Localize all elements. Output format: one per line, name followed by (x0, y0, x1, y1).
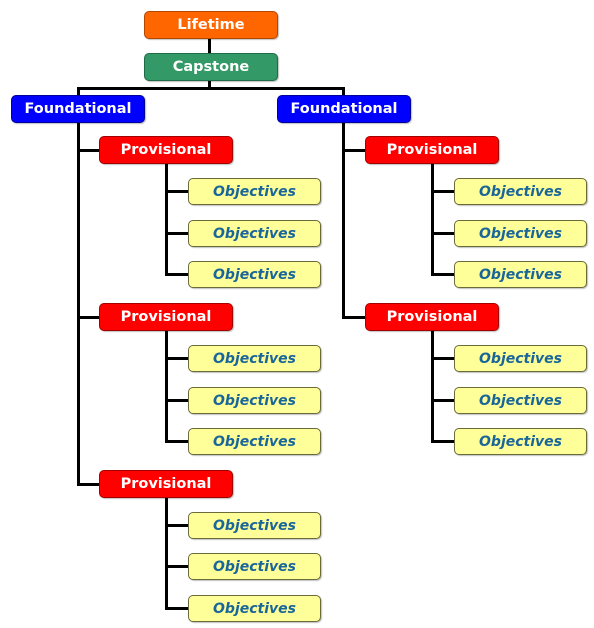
connector-f1-p1-spine (165, 164, 168, 276)
connector-foundational-2-drop (342, 87, 345, 95)
connector-f1-p2 (77, 316, 99, 319)
connector-f1-p2-spine (165, 331, 168, 443)
connector-f2-p2-spine (431, 331, 434, 443)
foundational-node[interactable]: Foundational (277, 95, 411, 123)
objective-node[interactable]: Objectives (188, 178, 321, 205)
objective-node[interactable]: Objectives (188, 345, 321, 372)
connector-f1-p3-o1 (165, 524, 188, 527)
provisional-node[interactable]: Provisional (99, 303, 233, 331)
connector-f2-p1-o3 (431, 273, 454, 276)
foundational-node[interactable]: Foundational (11, 95, 145, 123)
connector-f2-p2-o2 (431, 399, 454, 402)
provisional-node[interactable]: Provisional (365, 303, 499, 331)
connector-f1-p3 (77, 483, 99, 486)
objective-node[interactable]: Objectives (188, 261, 321, 288)
objective-node[interactable]: Objectives (188, 512, 321, 539)
objective-node[interactable]: Objectives (454, 345, 587, 372)
provisional-node[interactable]: Provisional (99, 136, 233, 164)
connector-f1-p1-o2 (165, 232, 188, 235)
provisional-node[interactable]: Provisional (99, 470, 233, 498)
connector-f2-p1-o2 (431, 232, 454, 235)
connector-foundational-1-drop (77, 87, 80, 95)
objective-node[interactable]: Objectives (188, 387, 321, 414)
objective-node[interactable]: Objectives (454, 178, 587, 205)
objective-node[interactable]: Objectives (454, 387, 587, 414)
connector-f2-p1-o1 (431, 190, 454, 193)
objective-node[interactable]: Objectives (454, 428, 587, 455)
connector-f1-p3-spine (165, 498, 168, 610)
objective-node[interactable]: Objectives (188, 220, 321, 247)
connector-f1-p1-o1 (165, 190, 188, 193)
objective-node[interactable]: Objectives (188, 595, 321, 622)
connector-f1-p2-o2 (165, 399, 188, 402)
capstone-node[interactable]: Capstone (144, 53, 278, 81)
provisional-node[interactable]: Provisional (365, 136, 499, 164)
connector-f1-p1 (77, 149, 99, 152)
objective-node[interactable]: Objectives (188, 553, 321, 580)
connector-foundational-bar (77, 87, 345, 90)
connector-f1-p3-o2 (165, 565, 188, 568)
objective-node[interactable]: Objectives (454, 261, 587, 288)
connector-f2-p1 (342, 149, 365, 152)
connector-f1-p2-o1 (165, 357, 188, 360)
connector-lifetime-capstone (208, 39, 211, 53)
connector-f1-p1-o3 (165, 273, 188, 276)
connector-f1-p3-o3 (165, 607, 188, 610)
objective-node[interactable]: Objectives (188, 428, 321, 455)
connector-f1-p2-o3 (165, 440, 188, 443)
connector-f2-p2-o1 (431, 357, 454, 360)
connector-foundational-1-spine (77, 123, 80, 486)
objective-node[interactable]: Objectives (454, 220, 587, 247)
connector-f2-p1-spine (431, 164, 434, 276)
connector-f2-p2-o3 (431, 440, 454, 443)
connector-f2-p2 (342, 316, 365, 319)
hierarchy-diagram: Lifetime Capstone Foundational Foundatio… (0, 0, 594, 628)
lifetime-node[interactable]: Lifetime (144, 11, 278, 39)
connector-foundational-2-spine (342, 123, 345, 319)
